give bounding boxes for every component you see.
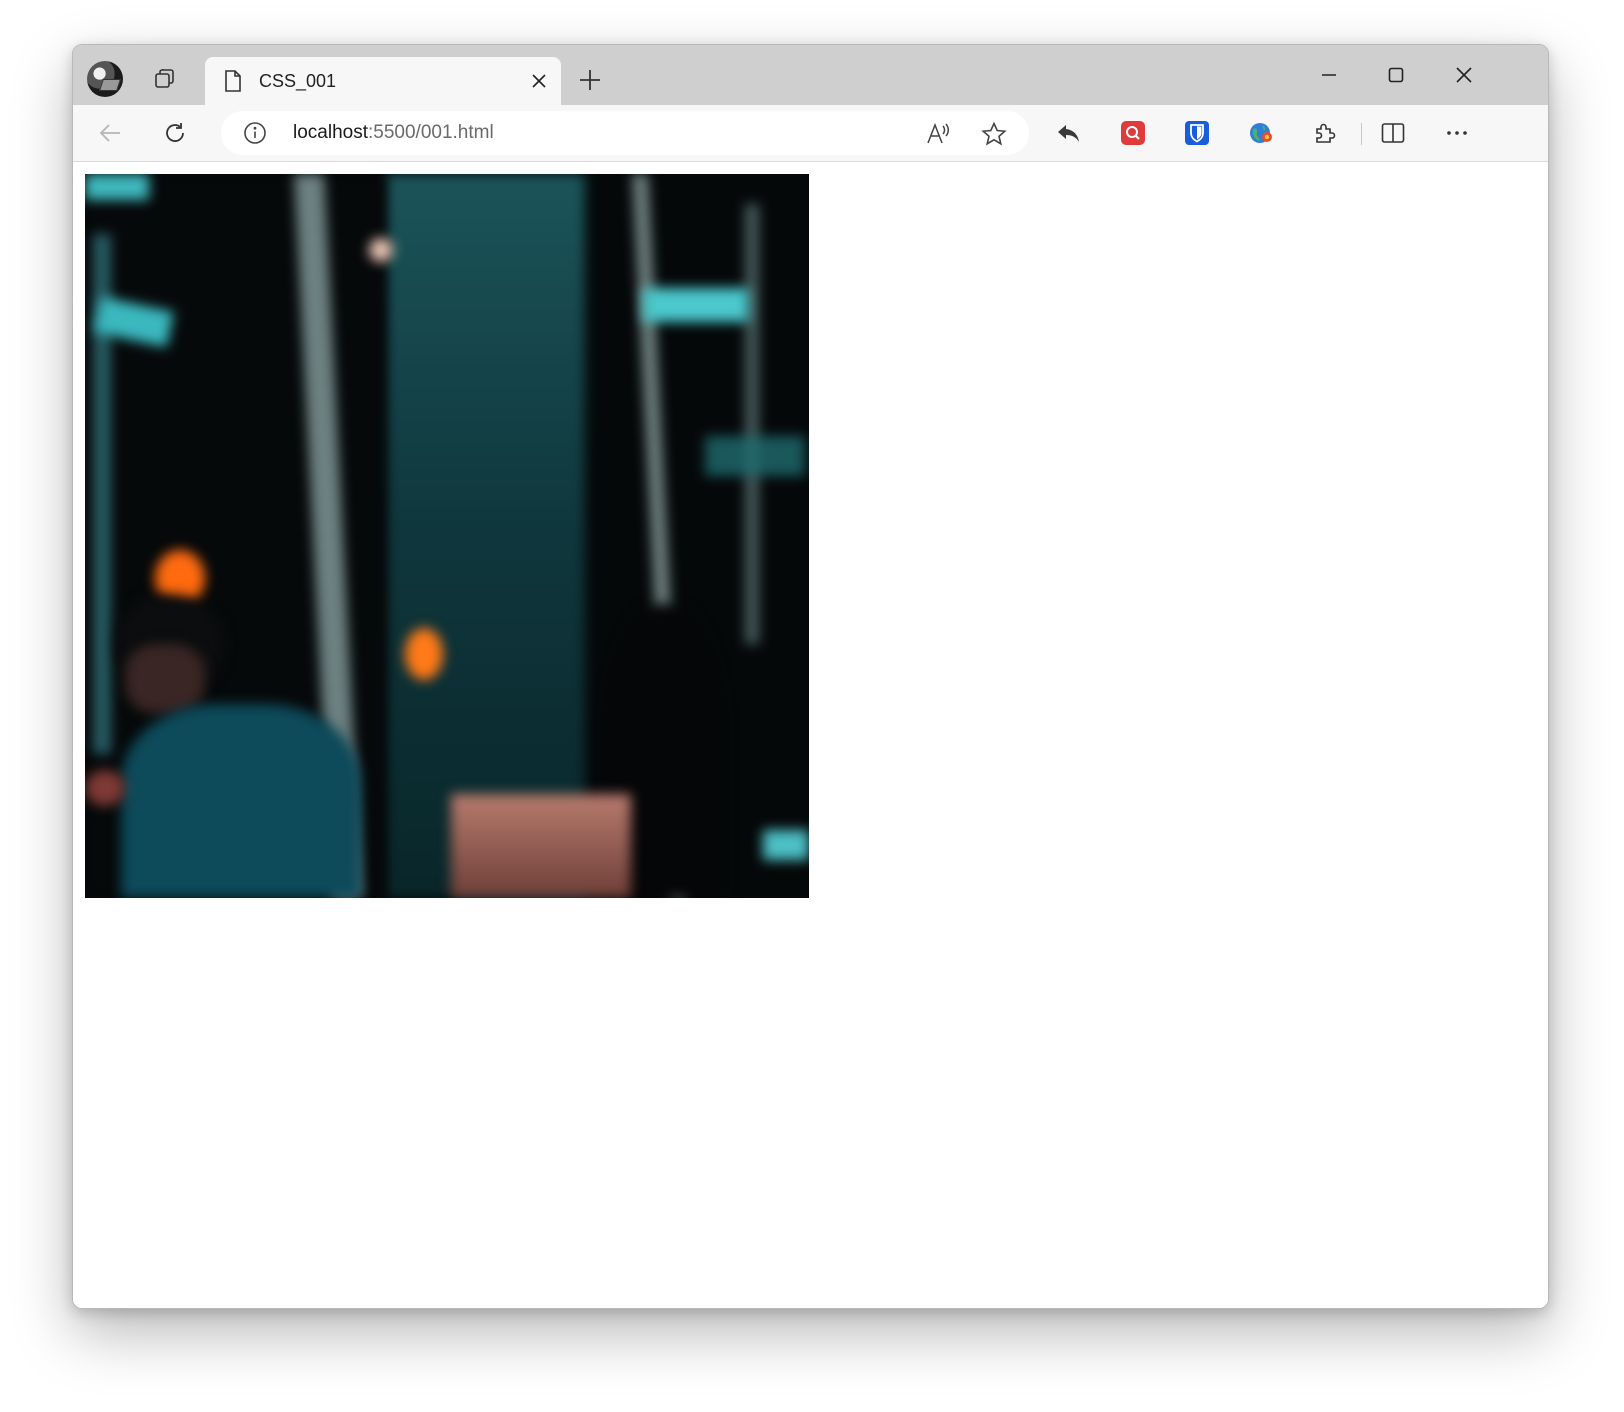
globe-extension-icon[interactable] (1243, 115, 1279, 151)
more-menu-icon[interactable] (1439, 115, 1475, 151)
bitwarden-shield-icon[interactable] (1179, 115, 1215, 151)
photo-image (85, 174, 809, 898)
puzzle-icon[interactable] (1307, 115, 1343, 151)
reply-arrow-icon[interactable] (1051, 115, 1087, 151)
address-bar[interactable]: localhost:5500/001.html (221, 111, 1029, 155)
tab-title: CSS_001 (259, 71, 337, 91)
back-arrow-icon[interactable] (93, 115, 129, 151)
read-aloud-icon[interactable] (925, 121, 951, 147)
close-window-icon[interactable] (1441, 57, 1487, 93)
page-content (73, 162, 1548, 1308)
info-icon[interactable] (243, 121, 267, 145)
close-tab-icon[interactable] (527, 69, 551, 93)
star-icon[interactable] (981, 121, 1007, 147)
tab-active[interactable]: CSS_001 (205, 57, 561, 105)
split-screen-icon[interactable] (1375, 115, 1411, 151)
profile-avatar[interactable] (87, 61, 123, 97)
toolbar: localhost:5500/001.html (73, 105, 1548, 162)
maximize-icon[interactable] (1373, 57, 1419, 93)
minimize-icon[interactable] (1306, 57, 1352, 93)
browser-window: CSS_001 localhost:5500/001.html (72, 44, 1549, 1309)
tab-strip: CSS_001 (73, 45, 1548, 105)
url-text[interactable]: localhost:5500/001.html (293, 122, 494, 144)
tab-actions-icon[interactable] (149, 63, 183, 95)
plus-icon[interactable] (575, 65, 605, 95)
page-icon (225, 70, 241, 92)
search-extension-icon[interactable] (1115, 115, 1151, 151)
toolbar-divider (1361, 123, 1362, 145)
refresh-icon[interactable] (157, 115, 193, 151)
